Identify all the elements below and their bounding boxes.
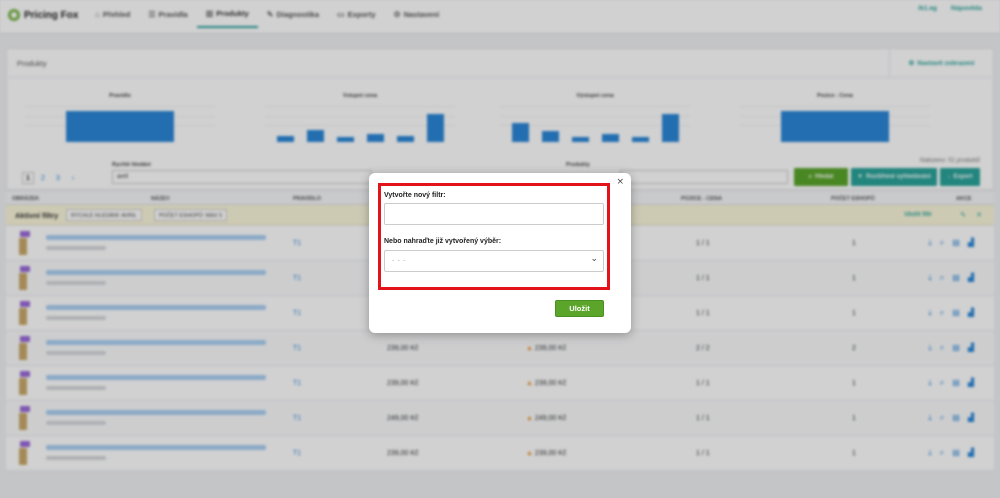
close-icon[interactable]: ×	[616, 177, 624, 187]
highlight-box	[378, 183, 610, 290]
new-filter-label: Vytvořte nový filtr:	[384, 192, 446, 199]
new-filter-input[interactable]	[384, 203, 604, 225]
replace-filter-select[interactable]: - - - ⌄	[384, 250, 604, 272]
save-filter-modal: × Vytvořte nový filtr: Nebo nahraďte již…	[369, 173, 631, 333]
save-button[interactable]: Uložit	[555, 300, 604, 317]
replace-filter-selected: - - -	[392, 258, 407, 264]
replace-filter-label: Nebo nahraďte již vytvořený výběr:	[384, 238, 502, 245]
chevron-down-icon: ⌄	[590, 254, 598, 264]
